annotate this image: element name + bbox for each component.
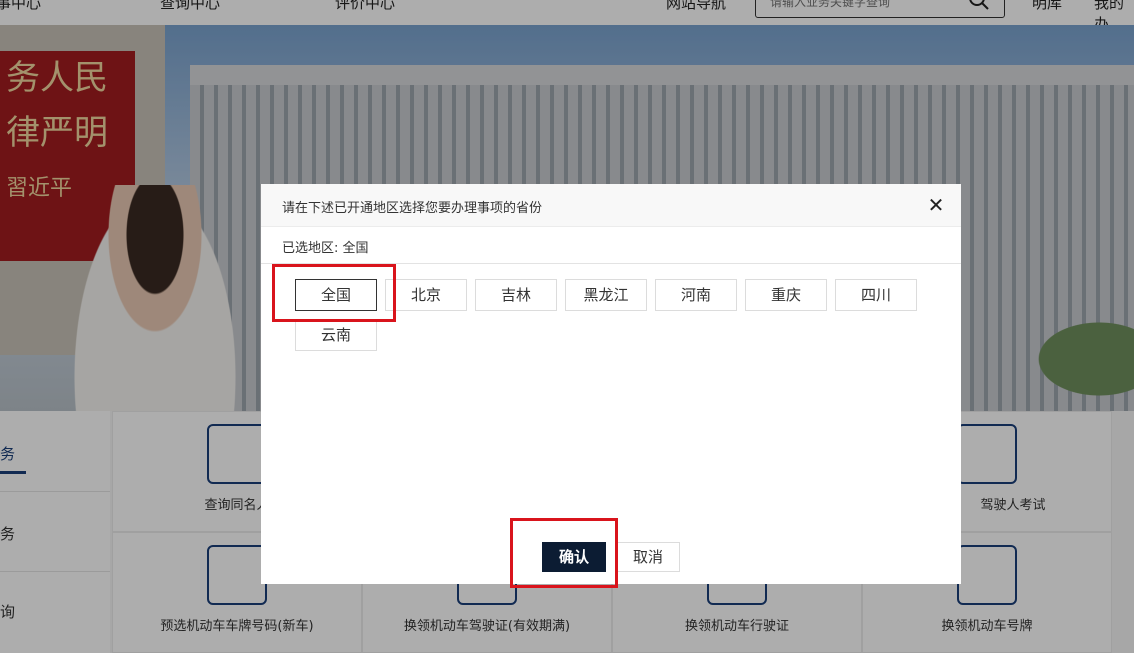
- region-option-heilongjiang[interactable]: 黑龙江: [565, 279, 647, 311]
- region-option-jilin[interactable]: 吉林: [475, 279, 557, 311]
- close-icon[interactable]: ✕: [925, 194, 947, 216]
- region-option-henan[interactable]: 河南: [655, 279, 737, 311]
- annotation-highlight-region: [272, 264, 396, 322]
- region-option-sichuan[interactable]: 四川: [835, 279, 917, 311]
- dialog-header: 请在下述已开通地区选择您要办理事项的省份 ✕: [261, 184, 961, 227]
- region-option-chongqing[interactable]: 重庆: [745, 279, 827, 311]
- annotation-highlight-confirm: [510, 518, 618, 588]
- region-option-yunnan[interactable]: 云南: [295, 319, 377, 351]
- cancel-button[interactable]: 取消: [616, 542, 680, 572]
- dialog-title: 请在下述已开通地区选择您要办理事项的省份: [282, 201, 543, 216]
- region-option-beijing[interactable]: 北京: [385, 279, 467, 311]
- region-select-dialog: 请在下述已开通地区选择您要办理事项的省份 ✕ 已选地区: 全国 全国 北京 吉林…: [261, 184, 961, 588]
- selected-region-row: 已选地区: 全国: [261, 227, 961, 264]
- selected-region-label: 已选地区: 全国: [282, 241, 369, 256]
